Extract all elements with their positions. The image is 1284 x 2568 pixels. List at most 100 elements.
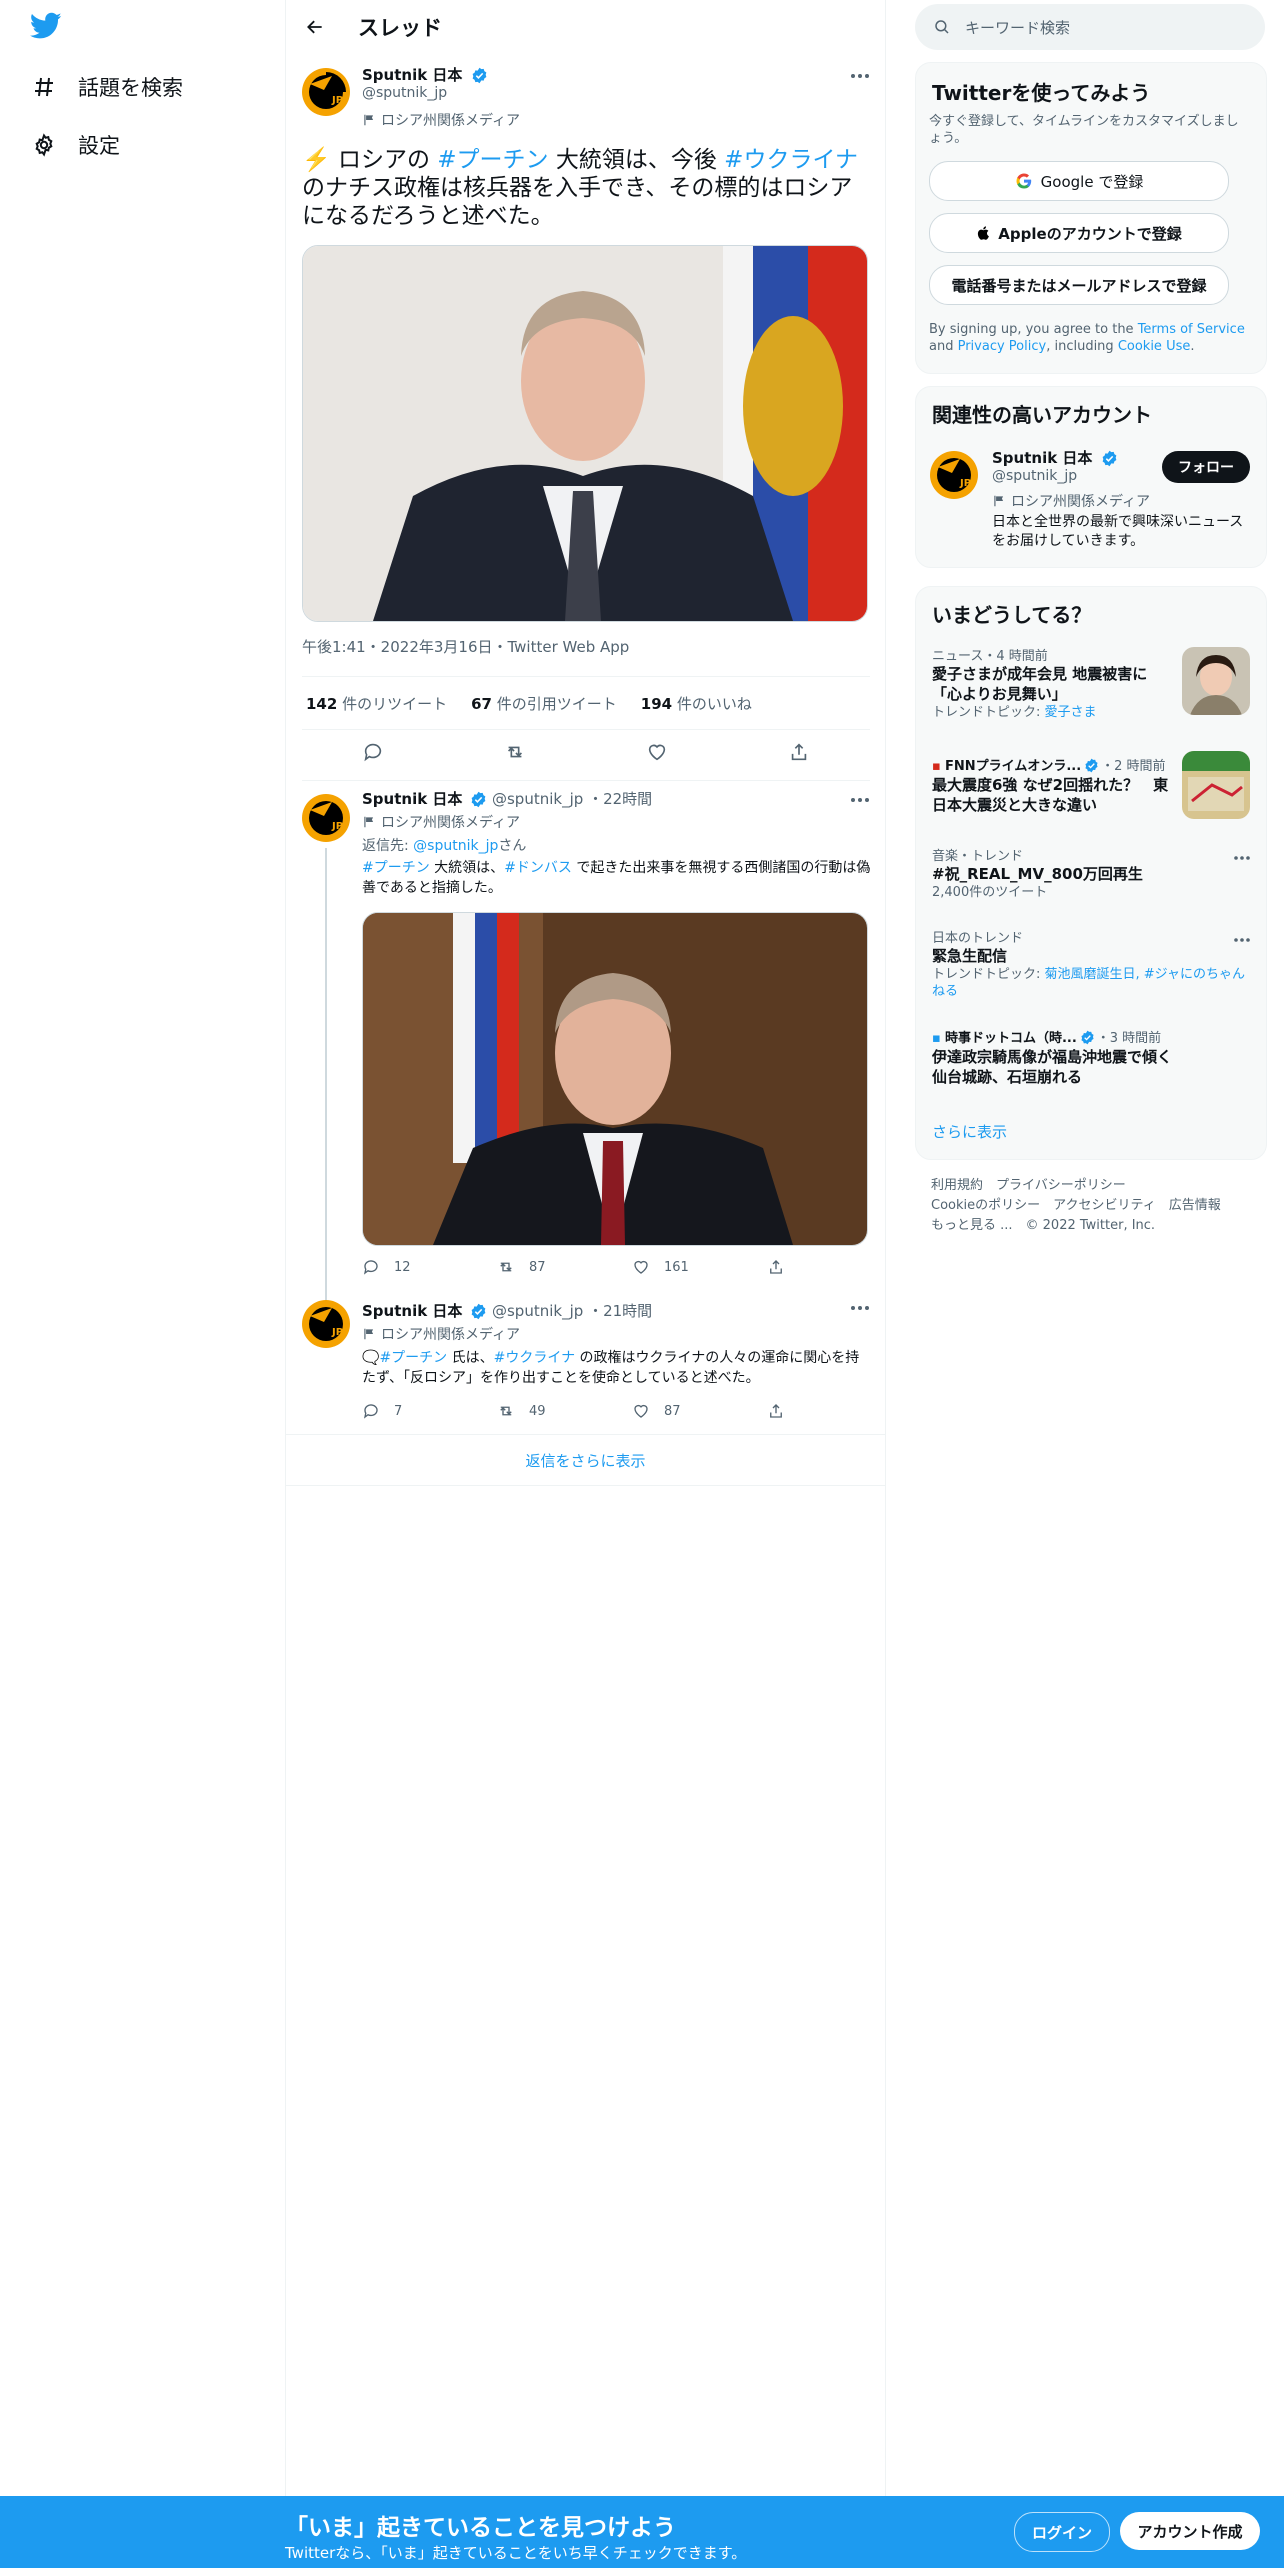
- bottom-bar-title: 「いま」起きていることを見つけよう: [285, 2515, 676, 2541]
- sidebar-item-explore[interactable]: 話題を検索: [30, 67, 183, 107]
- reply-icon[interactable]: [362, 741, 384, 767]
- avatar[interactable]: JP: [302, 1300, 350, 1348]
- terms-link[interactable]: Terms of Service: [1138, 322, 1245, 337]
- reply-tweet[interactable]: JP Sputnik 日本 @sputnik_jp ・21時間 ロシア州関係メデ…: [286, 1290, 885, 1430]
- privacy-link[interactable]: Privacy Policy: [958, 339, 1047, 354]
- trend-title: 伊達政宗騎馬像が福島沖地震で傾く 仙台城跡、石垣崩れる: [932, 1048, 1188, 1086]
- share-button[interactable]: [767, 1402, 902, 1420]
- reply-button[interactable]: 7: [362, 1402, 497, 1420]
- state-media-label[interactable]: ロシア州関係メディア: [992, 491, 1150, 511]
- text-segment: ロシアの: [330, 147, 438, 173]
- state-media-label[interactable]: ロシア州関係メディア: [362, 812, 520, 832]
- more-options-icon[interactable]: [1234, 927, 1250, 946]
- hashtag-link[interactable]: #プーチン: [362, 860, 430, 876]
- hashtag-link[interactable]: #ドンバス: [504, 860, 572, 876]
- avatar[interactable]: JP: [302, 794, 350, 842]
- hashtag-link[interactable]: #プーチン: [437, 147, 548, 173]
- trend-item[interactable]: 日本のトレンド 緊急生配信 トレンドトピック: 菊池風磨誕生日, #ジャにのちゃ…: [932, 927, 1250, 1000]
- hashtag-link[interactable]: #ウクライナ: [724, 147, 858, 173]
- more-options-icon[interactable]: [848, 66, 872, 86]
- trend-title: 緊急生配信: [932, 947, 1008, 965]
- trend-item[interactable]: 音楽・トレンド #祝_REAL_MV_800万回再生 2,400件のツイート: [932, 845, 1250, 901]
- author-name[interactable]: Sputnik 日本: [362, 1302, 462, 1320]
- author-name[interactable]: Sputnik 日本: [362, 66, 462, 84]
- footer-line[interactable]: Cookieのポリシー アクセシビリティ 広告情報: [931, 1196, 1261, 1216]
- show-more-replies-link[interactable]: 返信をさらに表示: [286, 1434, 885, 1486]
- quote-count[interactable]: 67 件の引用ツイート: [471, 693, 617, 714]
- avatar[interactable]: JP: [930, 451, 978, 499]
- trend-item[interactable]: ▪ FNNプライムオンラ... ・2 時間前 最大震度6強 なぜ2回揺れた？ 東日…: [932, 751, 1250, 819]
- reply-tweet[interactable]: JP Sputnik 日本 @sputnik_jp ・22時間 ロシア州関係メデ…: [286, 778, 885, 1308]
- footer-line[interactable]: 利用規約 プライバシーポリシー: [931, 1176, 1261, 1196]
- state-media-text: ロシア州関係メディア: [381, 1327, 521, 1343]
- more-options-icon[interactable]: [848, 1298, 872, 1318]
- retweet-icon[interactable]: [504, 741, 526, 767]
- state-media-label[interactable]: ロシア州関係メディア: [362, 1324, 520, 1344]
- reply-header: Sputnik 日本 @sputnik_jp ・21時間: [362, 1302, 653, 1320]
- author-handle[interactable]: @sputnik_jp: [362, 85, 447, 101]
- main-column: スレッド JP Sputnik 日本 @sputnik_jp ロシア州関係メディ…: [285, 0, 886, 2568]
- share-button[interactable]: [767, 1258, 902, 1276]
- like-button[interactable]: 87: [632, 1402, 767, 1420]
- trend-title: #祝_REAL_MV_800万回再生: [932, 865, 1143, 883]
- sidebar-item-settings[interactable]: 設定: [30, 125, 120, 165]
- svg-text:JP: JP: [331, 821, 343, 832]
- tweet-time[interactable]: 22時間: [603, 790, 652, 808]
- phone-email-signup-button[interactable]: 電話番号またはメールアドレスで登録: [929, 265, 1229, 305]
- tweet-meta[interactable]: 午後1:41・2022年3月16日・Twitter Web App: [302, 636, 629, 657]
- search-icon: [935, 20, 949, 34]
- gear-icon: [30, 131, 58, 159]
- hashtag-link[interactable]: #ウクライナ: [494, 1350, 575, 1366]
- verified-badge-icon: [1101, 450, 1118, 467]
- retweet-button[interactable]: 87: [497, 1258, 632, 1276]
- apple-icon: [978, 226, 990, 240]
- like-button[interactable]: 161: [632, 1258, 767, 1276]
- account-name[interactable]: Sputnik 日本: [992, 449, 1092, 467]
- tweet-image[interactable]: [302, 245, 868, 622]
- more-options-icon[interactable]: [1234, 845, 1250, 864]
- tweet-stats: 142 件のリツイート 67 件の引用ツイート 194 件のいいね: [302, 676, 870, 730]
- lightning-emoji: ⚡️: [302, 147, 331, 173]
- author-handle[interactable]: @sputnik_jp: [492, 1302, 583, 1320]
- share-icon[interactable]: [788, 741, 810, 767]
- reply-button[interactable]: 12: [362, 1258, 497, 1276]
- state-media-text: ロシア州関係メディア: [381, 815, 521, 831]
- google-signup-button[interactable]: Google で登録: [929, 161, 1229, 201]
- apple-signup-button[interactable]: Appleのアカウントで登録: [929, 213, 1229, 253]
- mention-link[interactable]: @sputnik_jp: [413, 838, 498, 854]
- login-button[interactable]: ログイン: [1014, 2512, 1110, 2552]
- retweet-button[interactable]: 49: [497, 1402, 632, 1420]
- tweet-time[interactable]: 21時間: [603, 1302, 652, 1320]
- speech-bubble-emoji: 🗨️: [362, 1350, 380, 1366]
- back-arrow-icon[interactable]: [298, 10, 332, 44]
- author-name[interactable]: Sputnik 日本: [362, 790, 462, 808]
- trend-topic-link[interactable]: 愛子さま: [1045, 705, 1097, 720]
- trend-item[interactable]: ▪ 時事ドットコム（時... ・3 時間前 伊達政宗騎馬像が福島沖地震で傾く 仙台…: [932, 1027, 1250, 1087]
- account-handle[interactable]: @sputnik_jp: [992, 468, 1077, 484]
- show-more-trends-link[interactable]: さらに表示: [932, 1121, 1007, 1142]
- trend-meta: 日本のトレンド: [932, 931, 1024, 946]
- retweet-count[interactable]: 142 件のリツイート: [306, 693, 447, 714]
- like-icon[interactable]: [646, 741, 668, 767]
- footer-links: 利用規約 プライバシーポリシー Cookieのポリシー アクセシビリティ 広告情…: [931, 1176, 1261, 1236]
- like-icon: [634, 1404, 648, 1418]
- footer-line[interactable]: もっと見る ... © 2022 Twitter, Inc.: [931, 1216, 1261, 1236]
- phone-email-signup-label: 電話番号またはメールアドレスで登録: [951, 276, 1207, 295]
- trend-item[interactable]: ニュース・4 時間前 愛子さまが成年会見 地震被害に「心よりお見舞い」 トレンド…: [932, 645, 1250, 721]
- search-input[interactable]: キーワード検索: [915, 4, 1265, 50]
- hashtag-link[interactable]: #プーチン: [379, 1350, 447, 1366]
- signup-button[interactable]: アカウント作成: [1120, 2512, 1260, 2550]
- tweet-text: #プーチン 大統領は、#ドンバス で起きた出来事を無視する西側諸国の行動は偽善で…: [362, 860, 871, 896]
- tweet-actions: [302, 728, 870, 781]
- tweet-image[interactable]: [362, 912, 868, 1246]
- verified-badge-icon: [471, 67, 488, 84]
- follow-button[interactable]: フォロー: [1162, 451, 1250, 483]
- twitter-logo-icon[interactable]: [29, 12, 66, 48]
- state-media-label[interactable]: ロシア州関係メディア: [362, 110, 520, 130]
- flag-icon: [364, 816, 374, 828]
- avatar[interactable]: JP: [302, 68, 350, 116]
- cookie-link[interactable]: Cookie Use: [1118, 339, 1191, 354]
- author-handle[interactable]: @sputnik_jp: [492, 790, 583, 808]
- more-options-icon[interactable]: [848, 790, 872, 810]
- like-count[interactable]: 194 件のいいね: [641, 693, 752, 714]
